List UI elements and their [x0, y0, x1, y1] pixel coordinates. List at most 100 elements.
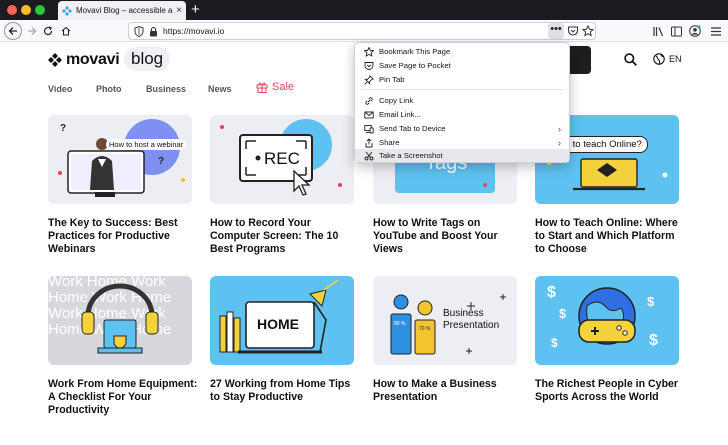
url-text[interactable]: https://movavi.io	[163, 26, 224, 36]
menu-item-pin-tab[interactable]: Pin Tab	[355, 73, 569, 86]
logo-text: movavi	[66, 51, 120, 68]
menu-item-bookmark[interactable]: Bookmark This Page	[355, 45, 569, 58]
pocket-icon[interactable]	[567, 25, 579, 37]
sidebar-icon[interactable]	[671, 26, 682, 37]
language-selector[interactable]: EN	[653, 53, 682, 65]
pin-icon	[364, 74, 374, 85]
back-arrow-icon	[8, 27, 17, 35]
chart-left-value: 80 %	[394, 321, 406, 327]
card-title-tags[interactable]: How to Write Tags on YouTube and Boost Y…	[373, 217, 523, 256]
account-icon[interactable]	[689, 25, 701, 37]
card-image-text: $	[547, 284, 556, 301]
new-tab-button[interactable]: +	[191, 1, 200, 19]
card-image-text: $	[559, 306, 567, 321]
movavi-logo-icon	[48, 53, 62, 67]
menu-item-share[interactable]: Share ›	[355, 136, 569, 149]
page-actions-menu: Bookmark This Page Save Page to Pocket P…	[354, 42, 570, 163]
card-title-webinar[interactable]: The Key to Success: Best Practices for P…	[48, 217, 198, 256]
browser-tab[interactable]: Movavi Blog – accessible articles ×	[58, 1, 186, 20]
card-image-presentation[interactable]: 80 % 70 % Business Presentation	[373, 276, 517, 365]
svg-text:?: ?	[158, 156, 164, 167]
movavi-logo[interactable]: movavi	[48, 51, 120, 69]
page-actions-button[interactable]: •••	[548, 23, 564, 39]
menu-item-label: Save Page to Pocket	[379, 61, 451, 70]
card-title-record[interactable]: How to Record Your Computer Screen: The …	[210, 217, 360, 256]
menu-item-take-screenshot[interactable]: Take a Screenshot	[355, 149, 569, 162]
email-icon	[364, 111, 374, 118]
menu-item-label: Send Tab to Device	[379, 124, 446, 133]
menu-item-email-link[interactable]: Email Link...	[355, 108, 569, 121]
browser-window: Movavi Blog – accessible articles × + ht…	[0, 0, 728, 445]
star-icon	[364, 46, 374, 57]
maximize-window-button[interactable]	[35, 5, 45, 15]
chevron-right-icon: ›	[558, 137, 561, 148]
forward-arrow-icon	[28, 27, 37, 35]
nav-photo[interactable]: Photo	[96, 84, 122, 94]
library-icon[interactable]	[653, 26, 664, 37]
card-image-text: HOME	[257, 316, 299, 332]
link-icon	[365, 96, 373, 105]
menu-item-label: Take a Screenshot	[379, 151, 443, 160]
screenshot-icon	[364, 151, 374, 160]
card-image-text: $	[647, 294, 655, 309]
card-image-record[interactable]: REC	[210, 115, 354, 204]
card-title-presentation[interactable]: How to Make a Business Presentation	[373, 378, 523, 404]
menu-separator	[361, 89, 563, 90]
menu-item-label: Email Link...	[379, 110, 421, 119]
back-button[interactable]	[4, 22, 22, 40]
address-bar[interactable]: https://movavi.io •••	[128, 22, 596, 40]
card-image-webinar[interactable]: ? ? How to host a webinar	[48, 115, 192, 204]
tab-title: Movavi Blog – accessible articles	[76, 6, 173, 15]
navigation-bar: https://movavi.io •••	[0, 20, 728, 42]
tab-bar: Movavi Blog – accessible articles × +	[0, 0, 728, 20]
card-title-cyber-sports[interactable]: The Richest People in Cyber Sports Acros…	[535, 378, 685, 404]
nav-news[interactable]: News	[208, 84, 232, 94]
share-icon	[365, 137, 373, 147]
minimize-window-button[interactable]	[21, 5, 31, 15]
menu-item-label: Copy Link	[379, 96, 414, 105]
menu-item-label: Pin Tab	[379, 75, 405, 84]
card-image-home-equipment[interactable]: Work Home Work Home Work Home Work Home …	[48, 276, 192, 365]
movavi-favicon-icon	[62, 5, 72, 16]
nav-business[interactable]: Business	[146, 84, 186, 94]
gift-icon	[256, 82, 268, 93]
card-image-home-tips[interactable]: HOME	[210, 276, 354, 365]
menu-item-pocket[interactable]: Save Page to Pocket	[355, 59, 569, 72]
reload-button[interactable]	[40, 23, 56, 39]
blog-label[interactable]: blog	[124, 47, 171, 71]
card-image-cyber-sports[interactable]: $ $ $ $ $	[535, 276, 679, 365]
card-image-text: $	[649, 332, 658, 349]
headphones-illustration-icon	[81, 283, 159, 354]
language-label: EN	[669, 54, 682, 64]
card-title-home-equipment[interactable]: Work From Home Equipment: A Checklist Fo…	[48, 378, 198, 417]
device-icon	[364, 124, 374, 133]
home-button[interactable]	[58, 23, 74, 39]
close-window-button[interactable]	[7, 5, 17, 15]
menu-item-send-tab[interactable]: Send Tab to Device ›	[355, 122, 569, 135]
card-title-home-tips[interactable]: 27 Working from Home Tips to Stay Produc…	[210, 378, 360, 404]
bookmark-star-icon[interactable]	[582, 25, 594, 37]
gamepad-globe-illustration-icon	[578, 287, 636, 345]
card-title-teach-online[interactable]: How to Teach Online: Where to Start and …	[535, 217, 685, 256]
card-image-text: How to host a webinar	[106, 139, 187, 150]
card-image-text: $	[551, 336, 558, 350]
lock-icon[interactable]	[149, 26, 158, 37]
pocket-icon	[364, 61, 374, 70]
tab-close-icon[interactable]: ×	[176, 5, 182, 16]
svg-text:?: ?	[60, 123, 66, 134]
tracking-protection-shield-icon[interactable]	[134, 26, 144, 37]
chevron-right-icon: ›	[558, 123, 561, 134]
home-icon	[61, 26, 71, 36]
nav-video[interactable]: Video	[48, 84, 72, 94]
chart-right-value: 70 %	[419, 326, 431, 332]
webinar-illustration-icon: ? ?	[58, 119, 185, 197]
globe-icon	[653, 53, 665, 65]
forward-button[interactable]	[24, 23, 40, 39]
nav-sale[interactable]: Sale	[256, 81, 294, 93]
search-icon[interactable]	[624, 53, 637, 66]
menu-item-copy-link[interactable]: Copy Link	[355, 94, 569, 107]
sale-label: Sale	[272, 81, 295, 93]
hamburger-menu-icon[interactable]	[711, 27, 721, 36]
menu-item-label: Bookmark This Page	[379, 47, 451, 56]
reload-icon	[43, 26, 53, 36]
